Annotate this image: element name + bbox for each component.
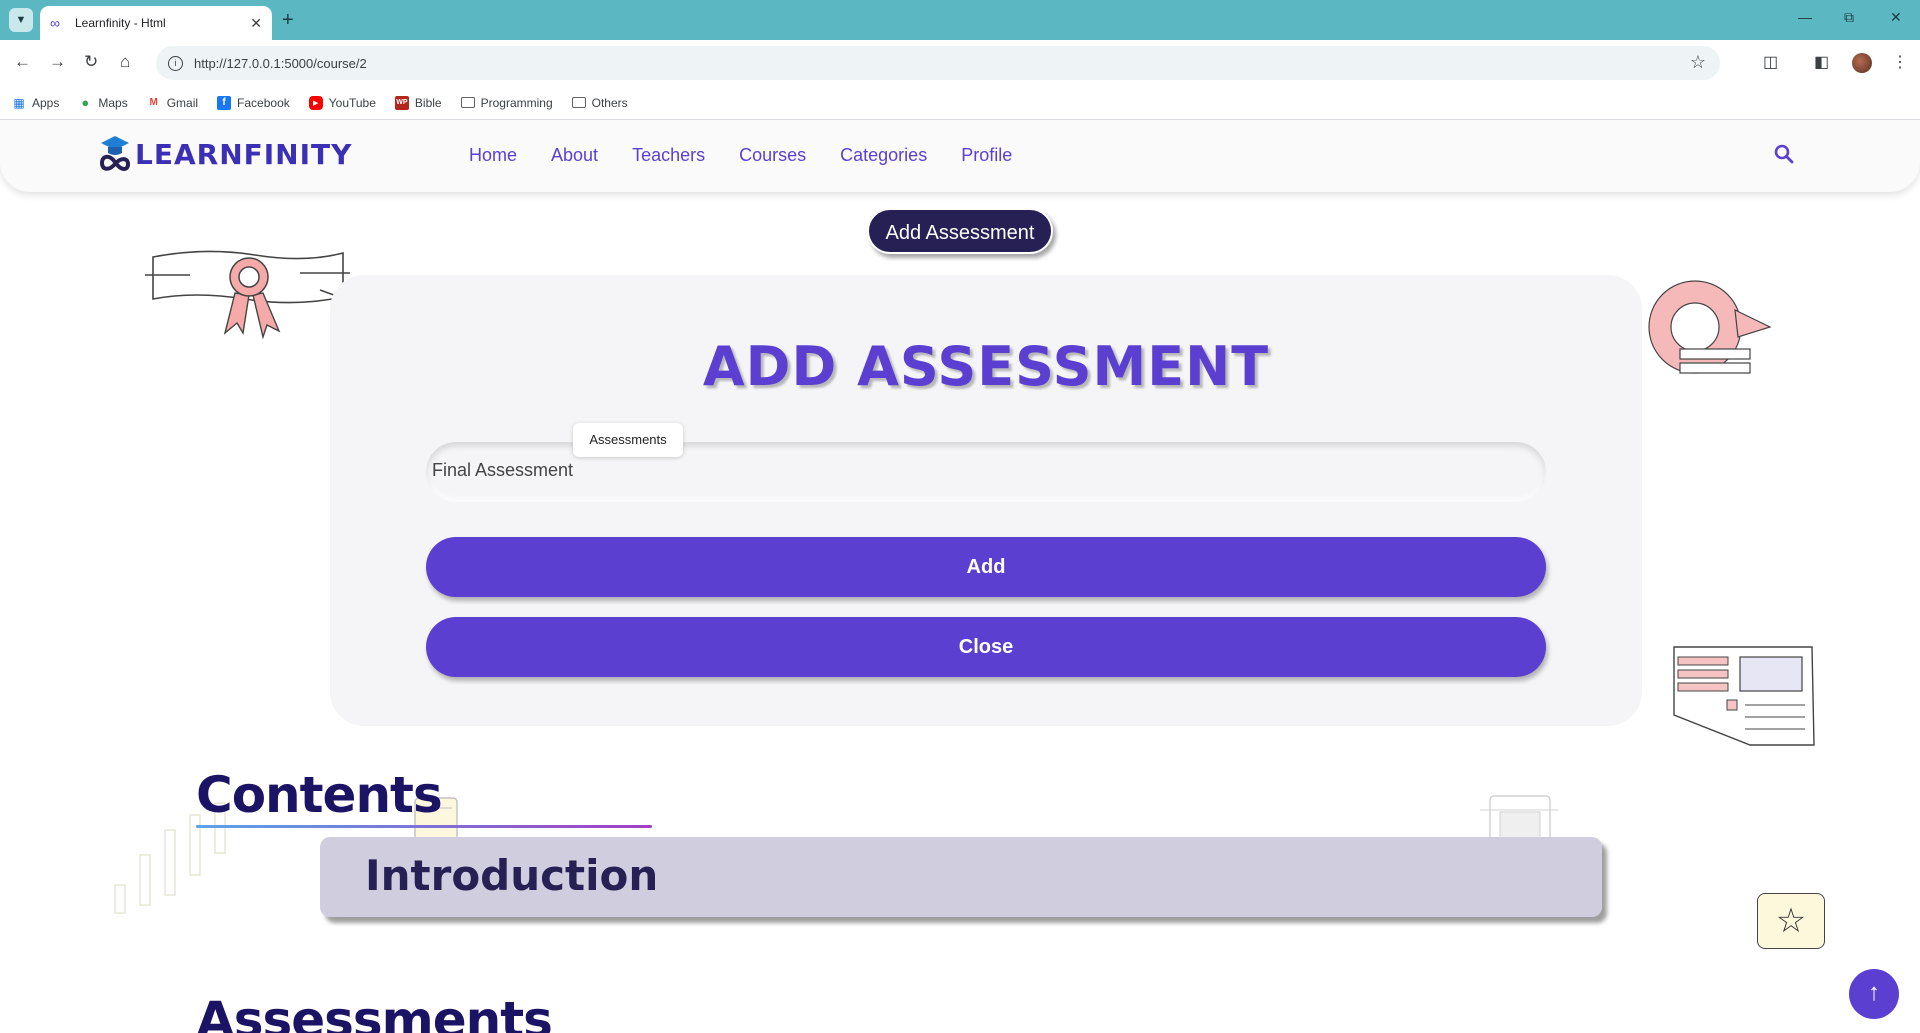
browser-toolbar: ← → ↻ ⌂ i http://127.0.0.1:5000/course/2… [0,40,1920,86]
restore-icon[interactable]: ⧉ [1844,9,1854,26]
folder-icon [571,97,586,108]
bookmark-programming[interactable]: Programming [460,95,553,110]
bookmark-youtube[interactable]: ▶ YouTube [308,95,376,110]
extensions-icon[interactable]: ◫ [1763,52,1778,72]
bookmark-label: Programming [480,95,553,110]
new-tab-icon[interactable]: + [282,8,294,32]
nav-profile[interactable]: Profile [961,145,1012,166]
modal-title: ADD ASSESSMENT [702,335,1270,398]
field-tooltip-label: Assessments [573,423,683,457]
back-arrow-icon[interactable]: ← [14,52,31,72]
assessments-heading: Assessments [196,991,553,1033]
site-logo[interactable]: LEARNFINITY [99,134,352,174]
site-info-icon[interactable]: i [168,55,183,71]
bookmark-facebook[interactable]: f Facebook [217,95,290,110]
bookmark-label: Facebook [237,95,290,110]
favorite-star-icon[interactable]: ☆ [1757,893,1825,949]
assessment-name-input[interactable] [432,460,1532,481]
page-viewport: LEARNFINITY Home About Teachers Courses … [0,120,1920,1033]
facebook-icon: f [217,95,232,110]
bookmark-gmail[interactable]: M Gmail [147,95,199,110]
bookmark-label: Bible [414,95,442,110]
bookmark-label: YouTube [328,95,376,110]
scroll-to-top-button[interactable]: ↑ [1849,969,1899,1019]
add-assessment-button[interactable]: Add Assessment [867,208,1053,254]
nav-courses[interactable]: Courses [739,145,806,166]
bookmark-maps[interactable]: ● Maps [78,95,128,110]
close-tab-icon[interactable]: ✕ [250,15,262,32]
gmail-icon: M [149,97,158,108]
add-button[interactable]: Add [426,537,1546,597]
document-card-icon [1673,646,1815,746]
bookmark-label: Apps [32,95,60,110]
search-icon[interactable] [1774,144,1794,164]
address-bar[interactable]: i http://127.0.0.1:5000/course/2 ☆ [156,46,1720,80]
browser-tab[interactable]: ∞ Learnfinity - Html ✕ [40,6,272,40]
side-panel-icon[interactable]: ◧ [1814,52,1829,72]
bookmark-label: Others [591,95,628,110]
reload-icon[interactable]: ↻ [84,52,98,72]
browser-menu-icon[interactable]: ⋮ [1892,52,1908,72]
nav-teachers[interactable]: Teachers [632,145,705,166]
maps-pin-icon: ● [81,95,90,110]
chat-bubble-icon [1648,280,1772,374]
window-close-icon[interactable]: ✕ [1890,9,1902,26]
close-button[interactable]: Close [426,617,1546,677]
bookmark-label: Maps [98,95,128,110]
main-nav: Home About Teachers Courses Categories P… [469,145,1046,166]
address-url[interactable]: http://127.0.0.1:5000/course/2 [194,56,367,71]
content-item-label: Introduction [365,851,659,900]
learnfinity-favicon-icon: ∞ [50,15,60,31]
diploma-scroll-icon [145,250,354,340]
bookmark-bible[interactable]: WP Bible [394,95,442,110]
bookmark-label: Gmail [166,95,199,110]
home-icon[interactable]: ⌂ [120,52,130,72]
bookmark-others[interactable]: Others [571,95,628,110]
tab-search-button[interactable]: ▼ [9,8,33,32]
contents-underline [196,825,652,828]
content-item-introduction[interactable]: Introduction [320,837,1602,917]
contents-heading: Contents [196,766,443,824]
add-assessment-modal: ADD ASSESSMENT Assessments Add Close [330,275,1642,726]
forward-arrow-icon[interactable]: → [49,52,66,72]
profile-avatar[interactable] [1852,53,1872,73]
logo-text: LEARNFINITY [135,137,353,171]
nav-home[interactable]: Home [469,145,517,166]
browser-tab-strip: ▼ ∞ Learnfinity - Html ✕ + — ⧉ ✕ [0,0,1920,40]
folder-icon [460,97,475,108]
apps-grid-icon: ▦ [13,95,25,110]
minimize-icon[interactable]: — [1798,9,1812,25]
graduation-infinity-logo-icon [99,136,131,171]
bookmark-star-icon[interactable]: ☆ [1690,52,1706,73]
bible-icon: WP [394,95,409,110]
site-header: LEARNFINITY Home About Teachers Courses … [0,120,1920,192]
tab-title: Learnfinity - Html [75,16,166,30]
youtube-icon: ▶ [308,95,323,110]
nav-about[interactable]: About [551,145,598,166]
bookmarks-bar: ▦ Apps ● Maps M Gmail f Facebook ▶ YouTu… [0,86,1920,120]
bookmark-apps[interactable]: ▦ Apps [12,96,59,110]
nav-categories[interactable]: Categories [840,145,927,166]
arrow-up-icon: ↑ [1868,979,1880,1006]
